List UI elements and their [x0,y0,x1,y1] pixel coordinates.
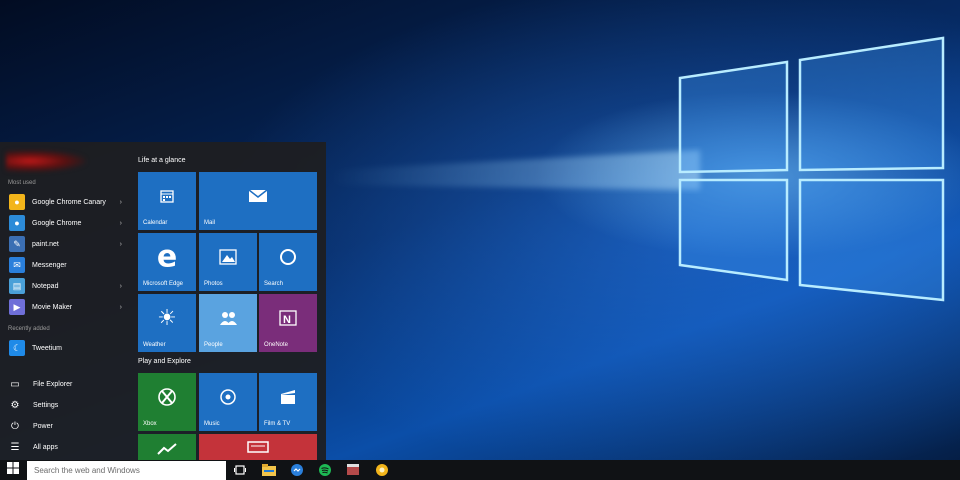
svg-text:N: N [283,314,291,326]
tile-xbox[interactable]: Xbox [138,373,196,431]
app-label: Messenger [32,261,67,269]
chevron-right-icon[interactable]: › [120,220,122,227]
music-icon [219,388,237,406]
weather-icon: ☀ [157,305,177,331]
app-item-paintnet[interactable]: ✎ paint.net › [0,234,132,254]
app-label: paint.net [32,240,59,248]
notepad-icon: ▤ [9,278,25,294]
mail-icon [248,189,268,203]
recently-added-label: Recently added [8,326,50,332]
app-item-notepad[interactable]: ▤ Notepad › [0,276,132,296]
money-icon [157,442,177,456]
tile-label: OneNote [264,342,289,348]
file-explorer-icon: ▭ [10,378,20,390]
start-button[interactable] [0,460,26,480]
settings-item[interactable]: ⚙ Settings [0,395,132,415]
app-item-google-chrome[interactable]: ● Google Chrome › [0,213,132,233]
tile-label: Film & TV [264,421,291,427]
app-item-google-chrome-canary[interactable]: ● Google Chrome Canary › [0,192,132,212]
news-icon [247,441,269,453]
tile-label: Photos [204,281,223,287]
windows-logo-icon [7,461,19,479]
search-input[interactable] [34,466,219,475]
tile-label: People [204,342,223,348]
task-view-icon[interactable] [233,463,247,477]
system-item-label: Power [33,422,53,430]
file-explorer-item[interactable]: ▭ File Explorer [0,374,132,394]
chevron-right-icon[interactable]: › [120,304,122,311]
power-item[interactable]: ⏻ Power [0,416,132,436]
tile-label: Music [204,421,220,427]
tile-microsoft-edge[interactable]: e Microsoft Edge [138,233,196,291]
most-used-label: Most used [8,180,36,186]
taskbar-search-box[interactable] [27,461,226,480]
film-tv-icon [279,389,297,405]
app-item-tweetium[interactable]: ☾ Tweetium [0,338,132,358]
calendar-icon [159,188,175,204]
people-icon [218,310,238,326]
desktop-wallpaper: Most used ● Google Chrome Canary › ● Goo… [0,0,960,480]
user-account-avatar[interactable] [6,150,86,172]
photos-icon [219,249,237,266]
chrome-canary-icon[interactable] [375,463,389,477]
messenger-icon: ✉ [9,257,25,273]
tile-mail[interactable]: Mail [199,172,317,230]
chevron-right-icon[interactable]: › [120,283,122,290]
app-label: Notepad [32,282,59,290]
tile-money[interactable] [138,434,196,460]
app-label: Movie Maker [32,303,73,311]
tile-people[interactable]: People [199,294,257,352]
tile-search[interactable]: Search [259,233,317,291]
start-menu-left-column: Most used ● Google Chrome Canary › ● Goo… [0,142,132,460]
tile-film-tv[interactable]: Film & TV [259,373,317,431]
group-label-life-at-a-glance: Life at a glance [138,157,186,164]
paintnet-icon: ✎ [9,236,25,252]
all-apps-icon: ☰ [10,441,20,453]
system-item-label: Settings [33,401,59,409]
system-item-label: All apps [33,443,58,451]
tile-music[interactable]: Music [199,373,257,431]
chevron-right-icon[interactable]: › [120,199,122,206]
chrome-icon: ● [9,215,25,231]
chrome-canary-icon: ● [9,194,25,210]
power-icon: ⏻ [11,420,19,432]
app-item-movie-maker[interactable]: ▶ Movie Maker › [0,297,132,317]
search-icon [279,248,297,266]
start-menu: Most used ● Google Chrome Canary › ● Goo… [0,142,326,460]
tile-label: Search [264,281,284,287]
tile-label: Calendar [143,220,168,226]
file-explorer-icon[interactable] [262,463,276,477]
edge-icon: e [156,239,178,275]
settings-icon: ⚙ [10,399,20,411]
tile-label: Microsoft Edge [143,281,184,287]
chevron-right-icon[interactable]: › [120,241,122,248]
movie-maker-icon: ▶ [9,299,25,315]
movie-maker-icon[interactable] [346,463,360,477]
group-label-play-and-explore: Play and Explore [138,358,191,365]
all-apps-item[interactable]: ☰ All apps [0,437,132,457]
taskbar [0,460,960,480]
tile-calendar[interactable]: Calendar [138,172,196,230]
tile-label: Xbox [143,421,157,427]
tile-weather[interactable]: ☀ Weather [138,294,196,352]
tile-label: Weather [143,342,166,348]
app-label: Tweetium [32,344,62,352]
app-label: Google Chrome [32,219,82,227]
system-item-label: File Explorer [33,380,73,388]
messenger-icon[interactable] [290,463,304,477]
tile-news[interactable] [199,434,317,460]
onenote-icon: N [279,309,297,327]
app-label: Google Chrome Canary [32,198,106,206]
tile-onenote[interactable]: N OneNote [259,294,317,352]
xbox-icon [157,387,177,407]
spotify-icon[interactable] [318,463,332,477]
tweetium-icon: ☾ [9,340,25,356]
tile-label: Mail [204,220,216,226]
tile-photos[interactable]: Photos [199,233,257,291]
app-item-messenger[interactable]: ✉ Messenger [0,255,132,275]
